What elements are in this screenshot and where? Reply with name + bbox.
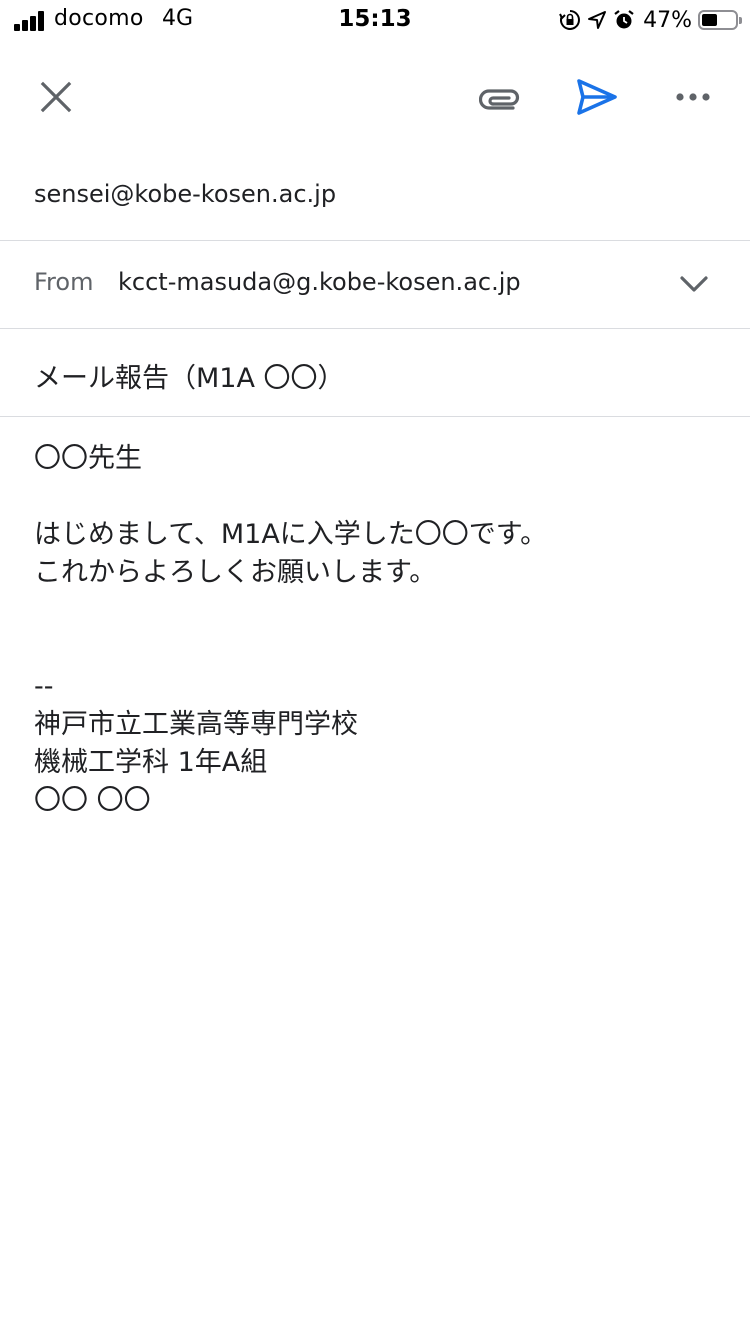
body-line-2: これからよろしくお願いします。 <box>34 557 437 588</box>
send-button[interactable] <box>572 72 622 122</box>
status-bar: docomo 4G 15:13 47% <box>0 0 750 40</box>
signature-school: 神戸市立工業高等専門学校 <box>34 709 358 740</box>
paperclip-icon <box>479 82 523 112</box>
divider <box>0 328 750 329</box>
body-blank-line <box>34 592 724 630</box>
subject-input[interactable]: メール報告（M1A 〇〇） <box>34 356 345 395</box>
chevron-down-icon[interactable] <box>676 266 712 302</box>
close-button[interactable] <box>31 72 81 122</box>
battery-icon <box>698 10 742 30</box>
more-options-button[interactable] <box>668 72 718 122</box>
subject-field[interactable]: メール報告（M1A 〇〇） <box>0 346 750 398</box>
from-label: From <box>34 268 94 296</box>
send-icon <box>575 77 619 117</box>
to-field[interactable]: sensei@kobe-kosen.ac.jp <box>0 170 750 222</box>
signature-department: 機械工学科 1年A組 <box>34 747 268 778</box>
more-icon <box>675 92 711 102</box>
status-icons: 47% <box>559 4 742 36</box>
battery-percent: 47% <box>643 7 692 33</box>
divider <box>0 240 750 241</box>
divider <box>0 416 750 417</box>
body-blank-line <box>34 478 724 516</box>
from-field[interactable]: From kcct-masuda@g.kobe-kosen.ac.jp <box>0 258 750 310</box>
orientation-lock-icon <box>559 9 581 31</box>
location-icon <box>587 10 607 30</box>
battery-fill <box>702 14 717 26</box>
signature-separator: -- <box>34 671 54 702</box>
from-address[interactable]: kcct-masuda@g.kobe-kosen.ac.jp <box>118 268 521 296</box>
body-blank-line <box>34 630 724 668</box>
message-body[interactable]: 〇〇先生 はじめまして、M1Aに入学した〇〇です。 これからよろしくお願いします… <box>34 440 724 820</box>
close-icon <box>39 80 73 114</box>
attach-button[interactable] <box>476 72 526 122</box>
signature-name: 〇〇 〇〇 <box>34 785 151 816</box>
body-line-1: はじめまして、M1Aに入学した〇〇です。 <box>34 519 548 550</box>
to-recipient[interactable]: sensei@kobe-kosen.ac.jp <box>34 180 336 208</box>
compose-toolbar <box>0 52 750 142</box>
body-greeting: 〇〇先生 <box>34 443 142 474</box>
alarm-icon <box>613 9 635 31</box>
